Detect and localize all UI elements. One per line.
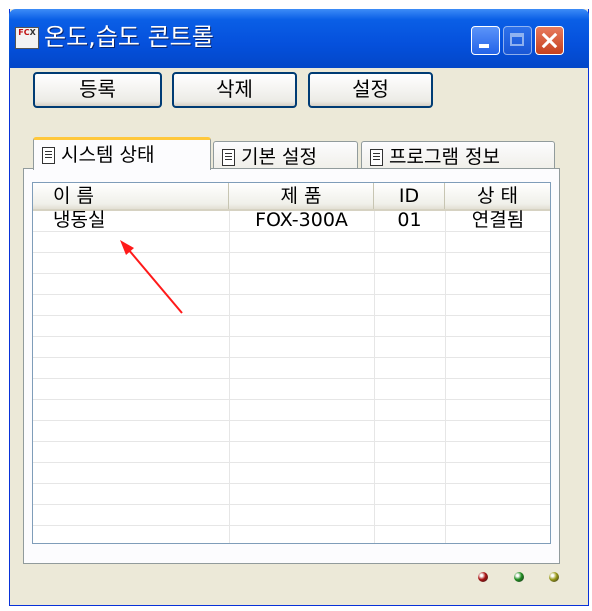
column-header-name[interactable]: 이 름 [33,183,229,209]
minimize-icon[interactable] [471,26,500,55]
register-button[interactable]: 등록 [33,72,162,108]
grid-row-line [33,399,550,400]
column-header-product[interactable]: 제 품 [229,183,374,209]
tab-program-info[interactable]: 프로그램 정보 [361,141,555,169]
row-status-cell: 연결됨 [471,209,525,231]
document-icon [370,149,383,166]
row-product-cell: FOX-300A [255,209,348,231]
list-header: 이 름 제 품 ID 상 태 [33,183,550,211]
close-icon[interactable] [535,26,564,55]
grid-row-line [33,231,550,232]
app-icon: FCX [15,27,39,49]
grid-row-line [33,315,550,316]
grid-column-line [445,183,446,543]
maximize-icon[interactable] [503,26,532,55]
grid-row-line [33,504,550,505]
document-icon [42,147,55,164]
title-bar[interactable]: FCX 온도,습도 콘트롤 [9,9,589,68]
grid-column-line [229,183,230,543]
tab-basic-settings[interactable]: 기본 설정 [213,141,358,169]
grid-column-line [374,183,375,543]
status-led-red [478,572,488,582]
document-icon [222,149,235,166]
grid-row-line [33,294,550,295]
tab-system-status[interactable]: 시스템 상태 [33,137,211,170]
status-led-green [514,572,524,582]
column-header-id[interactable]: ID [374,183,445,209]
grid-row-line [33,273,550,274]
window-title: 온도,습도 콘트롤 [44,23,214,51]
grid-row-line [33,462,550,463]
row-id-cell: 01 [397,209,422,231]
column-header-status[interactable]: 상 태 [445,183,550,209]
grid-row-line [33,525,550,526]
grid-row-line [33,483,550,484]
device-list[interactable]: 이 름 제 품 ID 상 태 냉동실 FOX-300A 01 연결됨 [32,182,551,544]
grid-row-line [33,252,550,253]
settings-button[interactable]: 설정 [308,72,433,108]
grid-row-line [33,378,550,379]
grid-row-line [33,357,550,358]
status-led-yellow [549,572,559,582]
grid-row-line [33,336,550,337]
row-name-cell: 냉동실 [53,209,106,231]
grid-row-line [33,420,550,421]
grid-row-line [33,441,550,442]
delete-button[interactable]: 삭제 [172,72,297,108]
